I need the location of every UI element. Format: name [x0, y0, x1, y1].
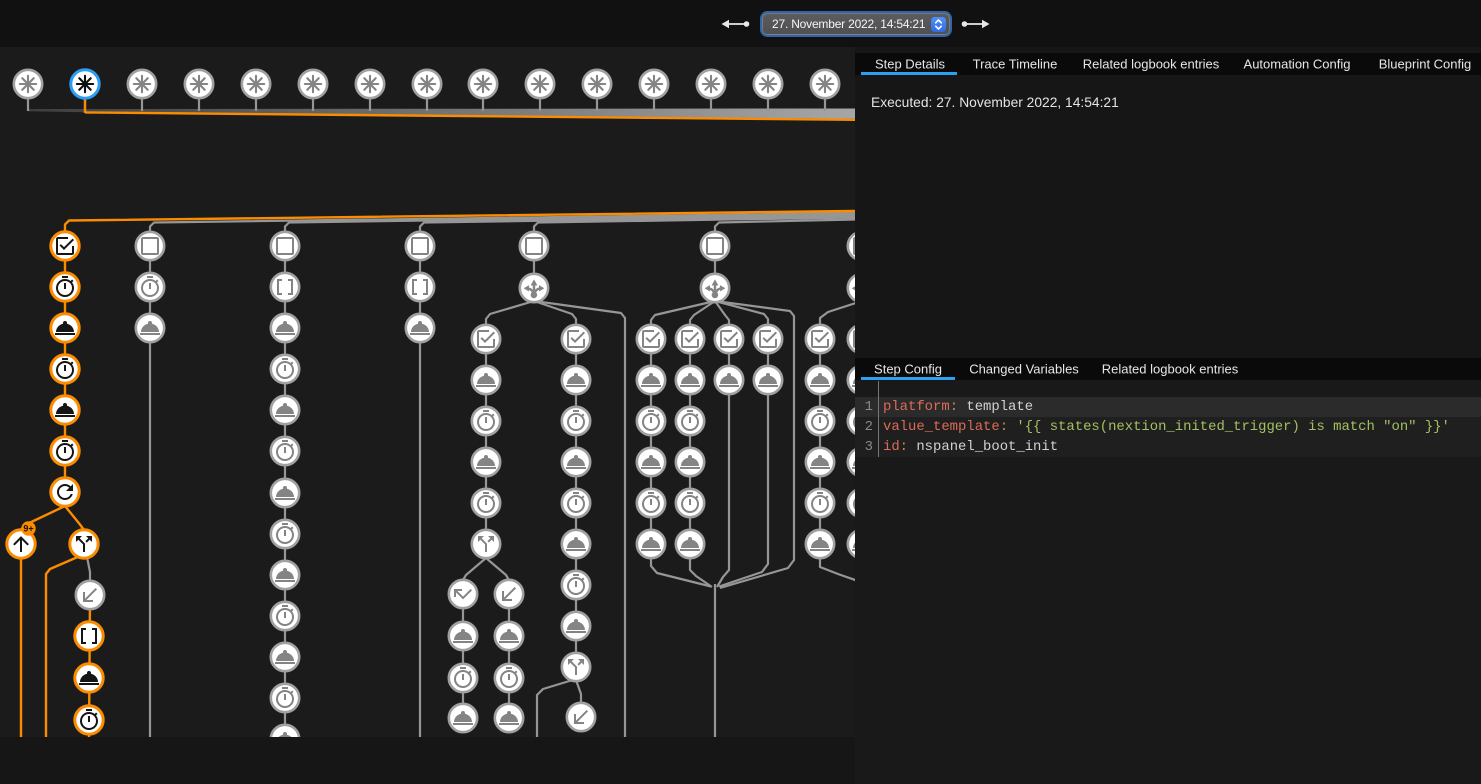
- svg-text:9+: 9+: [23, 524, 33, 534]
